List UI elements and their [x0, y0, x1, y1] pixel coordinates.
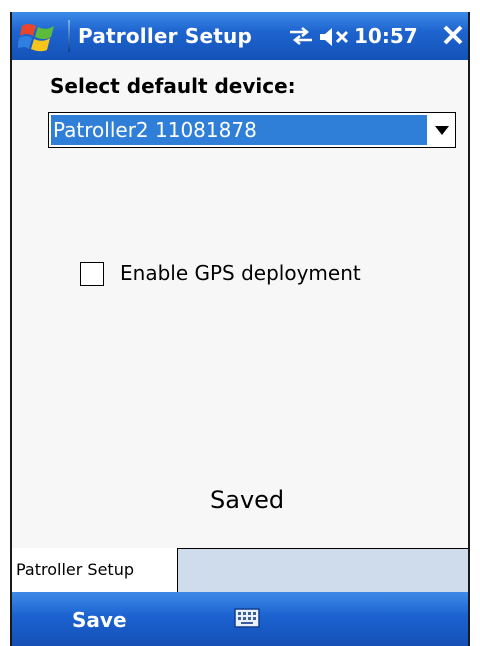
device-dropdown[interactable]: Patroller2 11081878	[48, 112, 456, 148]
dropdown-selected-value[interactable]: Patroller2 11081878	[51, 115, 427, 145]
keyboard-icon[interactable]	[234, 608, 260, 632]
windows-start-icon	[18, 24, 54, 52]
chevron-down-icon[interactable]	[435, 126, 449, 135]
speaker-muted-icon[interactable]	[318, 26, 350, 52]
close-button[interactable]	[438, 18, 468, 54]
tab-strip: Patroller Setup	[12, 548, 468, 593]
connectivity-icon[interactable]	[288, 25, 314, 51]
window-title: Patroller Setup	[78, 24, 252, 48]
start-button[interactable]	[12, 12, 66, 60]
device-screen: Patroller Setup 10:57 Select default dev…	[10, 12, 470, 646]
close-icon	[443, 25, 463, 45]
gps-deployment-label[interactable]: Enable GPS deployment	[120, 261, 361, 285]
gps-deployment-checkbox[interactable]	[80, 262, 104, 286]
status-message: Saved	[210, 486, 285, 514]
tab-patroller-setup[interactable]: Patroller Setup	[12, 548, 178, 593]
title-separator	[68, 20, 70, 52]
clock[interactable]: 10:57	[354, 24, 418, 48]
menu-bar: Save	[12, 592, 468, 646]
title-bar: Patroller Setup 10:57	[12, 12, 468, 60]
save-softkey[interactable]: Save	[72, 608, 127, 632]
select-device-label: Select default device:	[50, 74, 296, 98]
